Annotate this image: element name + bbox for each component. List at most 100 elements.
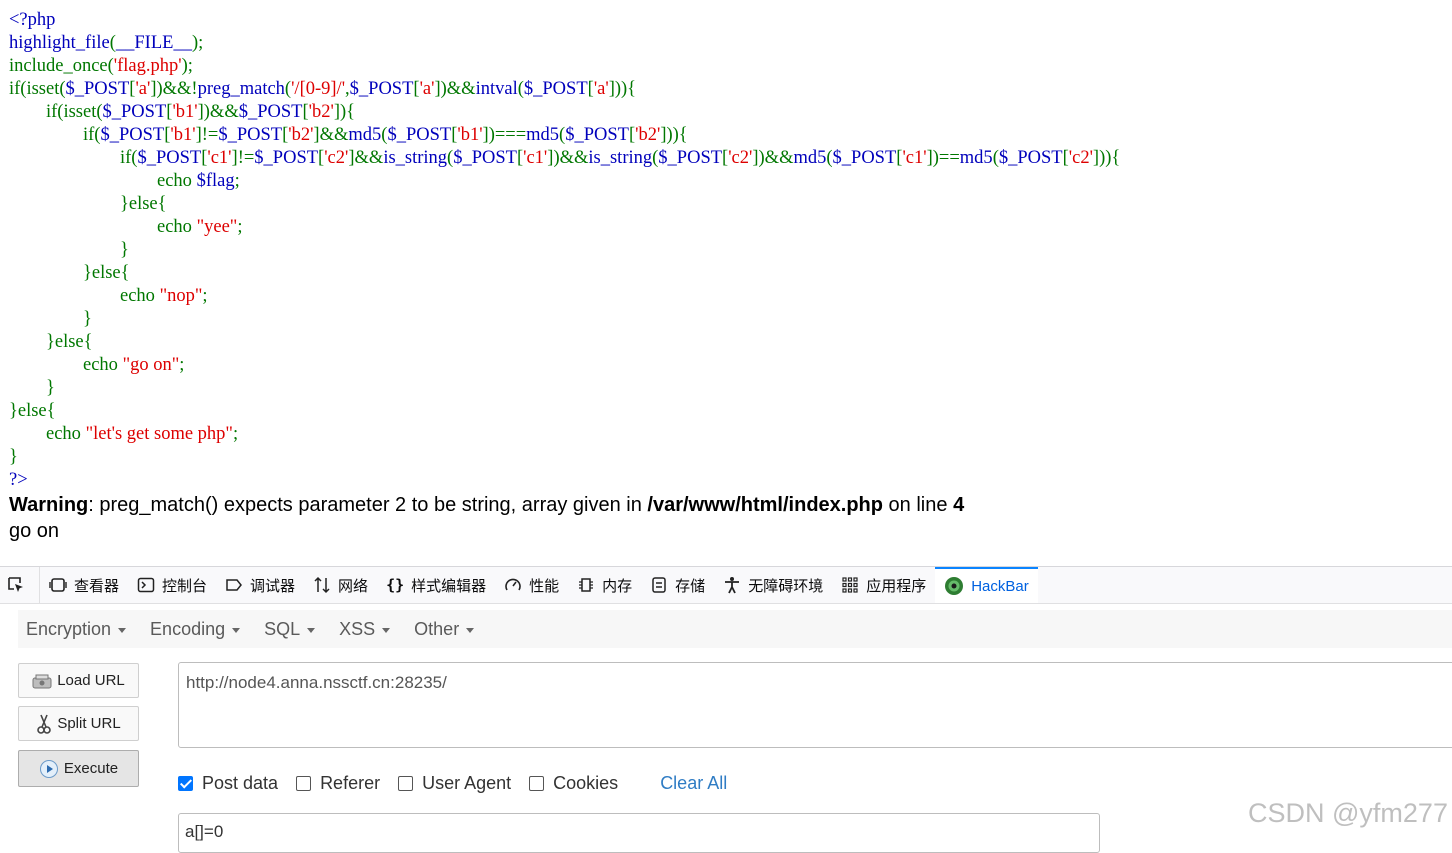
option-label: Referer — [320, 772, 381, 793]
tab-label: 应用程序 — [866, 577, 927, 595]
code-token: $_POST — [565, 125, 629, 145]
php-source-code: <?php highlight_file(__FILE__); include_on… — [9, 9, 1449, 492]
code-token: if( — [9, 125, 101, 145]
code-token: echo — [9, 171, 197, 191]
code-line: }else{ — [9, 262, 1449, 285]
tab-debugger[interactable]: 调试器 — [216, 567, 304, 603]
code-token: ; — [237, 217, 243, 237]
clear-all-link[interactable]: Clear All — [660, 773, 727, 794]
referer-checkbox[interactable] — [296, 775, 312, 791]
element-picker-button[interactable] — [0, 567, 40, 603]
code-token: $_POST — [102, 102, 167, 122]
code-token: ])== — [926, 148, 960, 168]
code-token: echo — [9, 217, 197, 237]
code-token: include_once( — [9, 56, 114, 76]
code-token: ?> — [9, 470, 28, 490]
option-label: Post data — [202, 772, 279, 793]
tab-application[interactable]: 应用程序 — [832, 567, 935, 603]
code-token: 'b2' — [308, 102, 334, 122]
code-line: <?php — [9, 9, 1449, 32]
tab-label: 无障碍环境 — [748, 577, 824, 595]
console-icon — [137, 577, 155, 593]
code-token: 'b1' — [170, 125, 196, 145]
tab-accessibility[interactable]: 无障碍环境 — [714, 567, 832, 603]
option-referer[interactable]: Referer — [296, 773, 380, 794]
caret-down-icon — [382, 627, 391, 633]
execute-button[interactable]: Execute — [18, 750, 139, 787]
code-token: ); — [181, 56, 193, 76]
tab-style-editor[interactable]: {} 样式编辑器 — [377, 567, 495, 603]
code-token: ); — [191, 33, 204, 53]
code-token: ])){ — [660, 125, 688, 145]
tab-inspector[interactable]: 查看器 — [40, 567, 128, 603]
code-token: "yee" — [196, 217, 238, 237]
code-token: echo — [9, 286, 160, 306]
code-token: intval — [475, 79, 518, 99]
request-options: Post data Referer User Agent Cookies Cle… — [178, 770, 727, 796]
menu-encoding[interactable]: Encoding — [150, 618, 241, 640]
code-token: } — [9, 447, 18, 467]
code-token: 'flag.php' — [113, 56, 182, 76]
code-token: ])&& — [547, 148, 589, 168]
caret-down-icon — [232, 627, 241, 633]
code-token: ])){ — [608, 79, 637, 99]
option-post-data[interactable]: Post data — [178, 773, 278, 794]
code-line: } — [9, 308, 1449, 331]
code-token: $_POST — [523, 79, 588, 99]
option-cookies[interactable]: Cookies — [529, 773, 618, 794]
url-value: http://node4.anna.nssctf.cn:28235/ — [186, 673, 447, 692]
code-token: 'b2' — [635, 125, 661, 145]
code-token: 'c2' — [1068, 148, 1093, 168]
load-url-button[interactable]: Load URL — [18, 663, 139, 698]
code-line: if(isset($_POST['b1'])&&$_POST['b2']){ — [9, 101, 1449, 124]
code-line: include_once('flag.php'); — [9, 55, 1449, 78]
option-user-agent[interactable]: User Agent — [398, 773, 511, 794]
menu-other[interactable]: Other — [414, 619, 475, 640]
tab-console[interactable]: 控制台 — [128, 567, 216, 603]
code-line: echo $flag; — [9, 170, 1449, 193]
post-data-checkbox[interactable] — [178, 775, 193, 791]
post-data-input[interactable]: a[]=0 — [178, 813, 1100, 853]
code-token: $_POST — [453, 148, 517, 168]
menu-label: XSS — [339, 618, 376, 639]
php-warning-message: Warning: preg_match() expects parameter … — [9, 494, 964, 517]
menu-xss[interactable]: XSS — [339, 618, 391, 640]
code-token: md5 — [526, 125, 560, 145]
tab-memory[interactable]: 内存 — [568, 567, 641, 603]
code-token: "go on" — [122, 355, 180, 375]
code-token: $_POST — [100, 125, 165, 145]
load-url-icon — [32, 674, 52, 688]
menu-encryption[interactable]: Encryption — [26, 619, 127, 640]
tab-hackbar[interactable]: HackBar — [935, 567, 1038, 603]
code-line: }else{ — [9, 193, 1449, 216]
code-token: $_POST — [387, 125, 452, 145]
code-line: echo "nop"; — [9, 285, 1449, 308]
tab-storage[interactable]: 存储 — [641, 567, 714, 603]
tab-label: 性能 — [529, 577, 560, 595]
code-token: }else{ — [9, 332, 93, 352]
load-url-label: Load URL — [57, 672, 125, 689]
performance-icon — [505, 578, 521, 591]
menu-label: Encoding — [150, 618, 226, 639]
menu-sql[interactable]: SQL — [264, 619, 316, 640]
code-token: ])){ — [1092, 148, 1121, 168]
url-input[interactable]: http://node4.anna.nssctf.cn:28235/ — [178, 662, 1452, 748]
code-token: ; — [234, 171, 240, 191]
code-token: $_POST — [998, 148, 1063, 168]
storage-icon — [652, 577, 666, 593]
code-token: ])&& — [434, 79, 476, 99]
debugger-icon — [226, 579, 242, 591]
code-token: ])&& — [752, 148, 794, 168]
split-url-label: Split URL — [57, 715, 121, 732]
cookies-checkbox[interactable] — [529, 775, 545, 791]
tab-network[interactable]: 网络 — [304, 567, 377, 603]
split-url-button[interactable]: Split URL — [18, 706, 139, 741]
user-agent-checkbox[interactable] — [398, 775, 414, 791]
tab-performance[interactable]: 性能 — [495, 567, 568, 603]
tab-label: HackBar — [971, 577, 1029, 595]
hackbar-icon — [945, 577, 964, 595]
hackbar-menu: Encryption Encoding SQL XSS Other — [18, 610, 1452, 648]
code-token: ]!= — [231, 148, 255, 168]
code-token: 'b1' — [172, 102, 198, 122]
code-line: }else{ — [9, 331, 1449, 354]
